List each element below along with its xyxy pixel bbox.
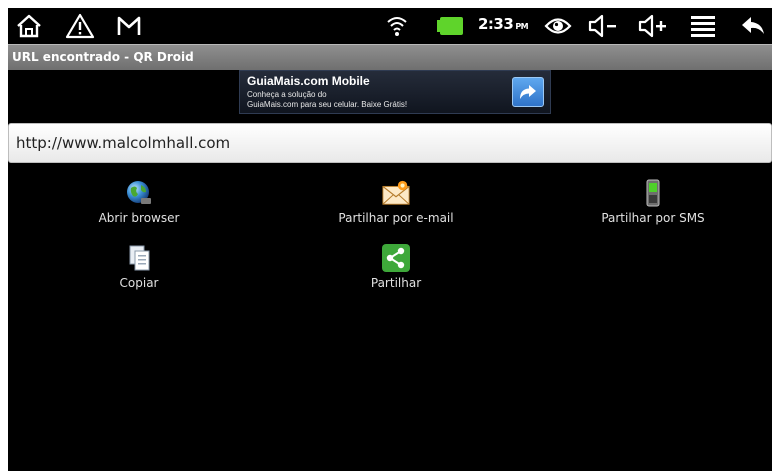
ad-banner[interactable]: GuiaMais.com Mobile Conheça a solução do… xyxy=(239,70,551,114)
action-label: Abrir browser xyxy=(98,211,180,225)
wifi-icon xyxy=(384,11,410,41)
url-value: http://www.malcolmhall.com xyxy=(16,134,231,152)
gmail-icon[interactable] xyxy=(114,11,144,41)
globe-icon xyxy=(124,178,154,208)
ad-title: GuiaMais.com Mobile xyxy=(247,74,370,88)
device-screen: 2:33 PM URL encontrado - QR Droid GuiaMa… xyxy=(8,8,772,471)
copy-icon xyxy=(124,243,154,273)
action-label: Copiar xyxy=(119,276,159,290)
email-icon xyxy=(381,178,411,208)
share-icon xyxy=(381,243,411,273)
volume-up-icon[interactable] xyxy=(636,11,670,41)
window-title: URL encontrado - QR Droid xyxy=(12,50,194,64)
action-label: Partilhar por e-mail xyxy=(338,211,454,225)
copy-action[interactable]: Copiar xyxy=(49,243,229,290)
open-browser-action[interactable]: Abrir browser xyxy=(49,178,229,225)
share-arrow-icon xyxy=(519,84,537,100)
ad-text-line-2: GuiaMais.com para seu celular. Baixe Grá… xyxy=(247,100,408,109)
action-label: Partilhar por SMS xyxy=(601,211,705,225)
home-icon[interactable] xyxy=(14,11,44,41)
warning-icon[interactable] xyxy=(64,11,96,41)
share-action[interactable]: Partilhar xyxy=(306,243,486,290)
ad-open-button[interactable] xyxy=(512,77,544,107)
clock-time: 2:33 xyxy=(478,15,514,33)
eye-icon[interactable] xyxy=(544,11,572,41)
battery-icon xyxy=(436,11,464,41)
title-bar: URL encontrado - QR Droid xyxy=(8,44,772,70)
clock-ampm: PM xyxy=(515,22,529,31)
clock: 2:33 PM xyxy=(478,15,529,33)
menu-icon[interactable] xyxy=(688,11,718,41)
status-bar: 2:33 PM xyxy=(8,8,772,44)
ad-text-line-1: Conheça a solução do xyxy=(247,90,327,99)
action-label: Partilhar xyxy=(370,276,422,290)
share-sms-action[interactable]: Partilhar por SMS xyxy=(563,178,743,225)
url-field[interactable]: http://www.malcolmhall.com xyxy=(8,123,772,163)
back-icon[interactable] xyxy=(738,11,768,41)
share-email-action[interactable]: Partilhar por e-mail xyxy=(306,178,486,225)
volume-down-icon[interactable] xyxy=(586,11,620,41)
phone-icon xyxy=(638,178,668,208)
